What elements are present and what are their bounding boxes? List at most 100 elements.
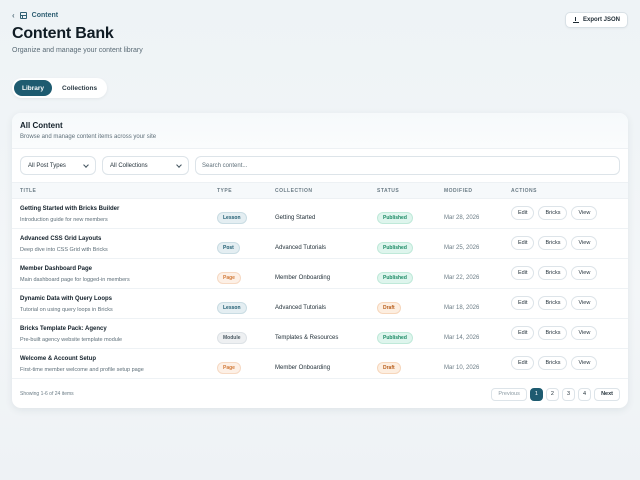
cell-modified: Mar 28, 2026 [436, 198, 503, 229]
export-json-button[interactable]: Export JSON [564, 12, 628, 28]
row-actions: Edit Bricks View [511, 266, 628, 280]
edit-button[interactable]: Edit [511, 356, 535, 370]
tab-collections[interactable]: Collections [54, 80, 105, 96]
bricks-button[interactable]: Bricks [538, 206, 568, 220]
col-collection: COLLECTION [267, 182, 369, 199]
col-modified: MODIFIED [436, 182, 503, 199]
card-title: All Content [20, 121, 63, 130]
row-modified: Mar 18, 2026 [444, 305, 480, 311]
page-button-4[interactable]: 4 [578, 387, 592, 401]
row-title[interactable]: Welcome & Account Setup [20, 356, 209, 362]
view-button[interactable]: View [571, 236, 598, 250]
download-icon [572, 17, 579, 23]
row-title[interactable]: Member Dashboard Page [20, 266, 209, 272]
page-button-3[interactable]: 3 [561, 387, 576, 401]
cell-collection: Member Onboarding [267, 258, 369, 289]
row-description: Tutorial on using query loops in Bricks [20, 307, 113, 313]
chevron-left-icon[interactable]: ‹ [12, 11, 15, 20]
row-title[interactable]: Dynamic Data with Query Loops [20, 296, 209, 302]
row-title[interactable]: Getting Started with Bricks Builder [20, 206, 209, 212]
status-badge: Published [377, 272, 413, 284]
cell-title: Advanced CSS Grid Layouts Deep dive into … [12, 228, 209, 259]
status-badge: Published [377, 212, 413, 224]
cell-actions: Edit Bricks View [503, 258, 628, 289]
pagination-info: Showing 1-6 of 24 items [20, 391, 74, 397]
bricks-button[interactable]: Bricks [538, 296, 568, 310]
row-actions: Edit Bricks View [511, 296, 628, 310]
type-badge: Lesson [217, 302, 247, 314]
table-row[interactable]: Dynamic Data with Query Loops Tutorial on… [12, 288, 628, 319]
table-row[interactable]: Getting Started with Bricks Builder Intro… [12, 198, 628, 229]
breadcrumb-label[interactable]: Content [32, 12, 58, 19]
next-page-button[interactable]: Next [594, 387, 620, 401]
edit-button[interactable]: Edit [511, 326, 535, 340]
collection-select[interactable]: All Collections [102, 156, 189, 175]
col-title: TITLE [12, 182, 209, 199]
bricks-button[interactable]: Bricks [538, 356, 568, 370]
row-actions: Edit Bricks View [511, 236, 628, 250]
row-collection: Advanced Tutorials [275, 305, 327, 311]
cell-status: Draft [369, 348, 436, 379]
cell-modified: Mar 18, 2026 [436, 288, 503, 319]
row-title[interactable]: Advanced CSS Grid Layouts [20, 236, 209, 242]
bricks-button[interactable]: Bricks [538, 236, 568, 250]
post-type-select[interactable]: All Post Types [20, 156, 96, 175]
export-label: Export JSON [582, 17, 620, 23]
table-row[interactable]: Member Dashboard Page Main dashboard page… [12, 258, 628, 289]
page-button-2[interactable]: 2 [545, 387, 559, 401]
cell-collection: Advanced Tutorials [267, 228, 369, 259]
cell-collection: Getting Started [267, 198, 369, 229]
table-header-row: TITLE TYPE COLLECTION STATUS MODIFIED AC… [12, 182, 628, 199]
cell-actions: Edit Bricks View [503, 348, 628, 379]
cell-status: Published [369, 228, 436, 259]
edit-button[interactable]: Edit [511, 296, 535, 310]
prev-page-button[interactable]: Previous [491, 387, 527, 401]
view-button[interactable]: View [571, 296, 598, 310]
search-input[interactable]: Search content... [195, 156, 620, 175]
row-modified: Mar 10, 2026 [444, 365, 480, 371]
view-button[interactable]: View [571, 206, 598, 220]
type-badge: Lesson [217, 212, 247, 224]
row-title[interactable]: Bricks Template Pack: Agency [20, 326, 209, 332]
bricks-button[interactable]: Bricks [538, 266, 568, 280]
view-button[interactable]: View [571, 356, 598, 370]
cell-type: Lesson [209, 288, 267, 319]
type-badge: Module [217, 332, 247, 344]
edit-button[interactable]: Edit [511, 266, 535, 280]
row-actions: Edit Bricks View [511, 356, 628, 370]
row-actions: Edit Bricks View [511, 206, 628, 220]
cell-status: Published [369, 198, 436, 229]
view-button[interactable]: View [571, 326, 598, 340]
table-row[interactable]: Welcome & Account Setup First-time member… [12, 348, 628, 379]
page-title: Content Bank [12, 25, 114, 42]
col-status: STATUS [369, 182, 436, 199]
table-row[interactable]: Advanced CSS Grid Layouts Deep dive into … [12, 228, 628, 259]
cell-type: Post [209, 228, 267, 259]
cell-title: Welcome & Account Setup First-time member… [12, 348, 209, 379]
row-collection: Getting Started [275, 215, 316, 221]
search-placeholder: Search content... [202, 162, 248, 169]
row-modified: Mar 25, 2026 [444, 245, 480, 251]
cell-type: Page [209, 348, 267, 379]
cell-actions: Edit Bricks View [503, 228, 628, 259]
type-badge: Page [217, 362, 241, 374]
cell-actions: Edit Bricks View [503, 198, 628, 229]
status-badge: Published [377, 332, 413, 344]
table-row[interactable]: Bricks Template Pack: Agency Pre-built ag… [12, 318, 628, 349]
card-header: All Content Browse and manage content it… [12, 113, 628, 149]
edit-button[interactable]: Edit [511, 206, 535, 220]
type-badge: Page [217, 272, 241, 284]
card-subtitle: Browse and manage content items across y… [20, 134, 157, 140]
page-subtitle: Organize and manage your content library [12, 47, 143, 54]
row-description: First-time member welcome and profile se… [20, 367, 144, 373]
view-button[interactable]: View [571, 266, 598, 280]
tab-library[interactable]: Library [14, 80, 53, 96]
row-modified: Mar 22, 2026 [444, 275, 480, 281]
cell-modified: Mar 14, 2026 [436, 318, 503, 349]
row-description: Introduction guide for new members [20, 217, 108, 223]
edit-button[interactable]: Edit [511, 236, 535, 250]
row-collection: Templates & Resources [275, 335, 339, 341]
page-button-1[interactable]: 1 [529, 387, 543, 401]
chevron-down-icon [176, 161, 182, 168]
bricks-button[interactable]: Bricks [538, 326, 568, 340]
